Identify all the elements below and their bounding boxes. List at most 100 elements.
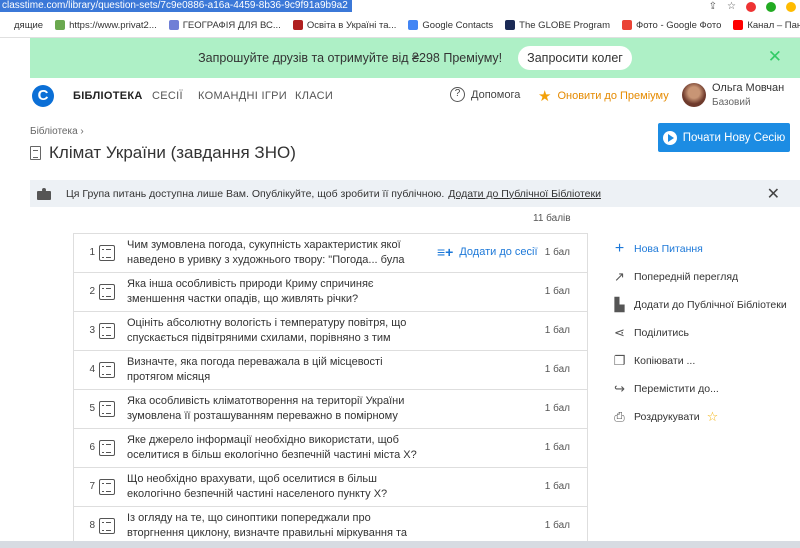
question-number: 8: [89, 520, 95, 531]
close-icon[interactable]: ✕: [767, 184, 780, 204]
question-points: 1 бал: [544, 247, 570, 258]
question-text[interactable]: Яка особливість кліматотворення на терит…: [127, 394, 427, 425]
bookmark-item[interactable]: ГЕОГРАФІЯ ДЛЯ ВС...: [168, 19, 281, 31]
question-row[interactable]: 7 Що необхідно врахувати, щоб оселитися в…: [73, 467, 588, 506]
share-icon: ⋖: [614, 325, 625, 340]
help-label: Допомога: [471, 88, 521, 101]
breadcrumb[interactable]: Бібліотека ›: [30, 126, 84, 137]
share-page-icon[interactable]: ⇪: [709, 1, 717, 12]
plus-icon: +: [614, 240, 625, 257]
bookmark-item[interactable]: Освіта в Україні та...: [292, 20, 396, 31]
question-points: 1 бал: [544, 481, 570, 492]
nav-classes[interactable]: КЛАСИ: [295, 90, 333, 102]
action-library[interactable]: ▙ Додати до Публічної Бібліотеки: [612, 291, 787, 319]
question-row[interactable]: 4 Визначте, яка погода переважала в цій м…: [73, 350, 588, 389]
nav-library[interactable]: БІБЛІОТЕКА: [73, 90, 143, 102]
question-type-icon: [99, 440, 115, 456]
question-text[interactable]: Яка інша особливість природи Криму сприч…: [127, 277, 427, 308]
action-print[interactable]: ⎙ Роздрукувати ☆: [612, 403, 787, 431]
bookmark-favicon-icon: [168, 20, 179, 30]
question-row[interactable]: 6 Яке джерело інформації необхідно викори…: [73, 428, 588, 467]
question-points: 1 бал: [544, 442, 570, 453]
bookmark-label: Канал – Панель уп...: [747, 19, 800, 31]
question-number: 2: [89, 286, 95, 297]
bookmark-label: ГЕОГРАФІЯ ДЛЯ ВС...: [182, 19, 281, 31]
library-icon: [37, 187, 51, 200]
question-row[interactable]: 8 Із огляду на те, що синоптики попереджа…: [73, 506, 588, 545]
user-plan: Базовий: [712, 97, 751, 108]
upgrade-label: Оновити до Преміуму: [557, 90, 669, 102]
move-icon: ↪: [614, 381, 625, 396]
question-text[interactable]: Чим зумовлена погода, сукупність характе…: [127, 238, 427, 269]
bookmark-favicon-icon: [621, 20, 632, 30]
invite-colleagues-button[interactable]: Запросити колег: [518, 46, 632, 70]
bookmark-favicon-icon: [733, 20, 744, 30]
question-type-icon: [99, 401, 115, 417]
play-icon: [662, 130, 677, 145]
question-text[interactable]: Оцініть абсолютну вологість і температур…: [127, 316, 427, 347]
action-plus[interactable]: + Нова Питання: [612, 235, 787, 263]
action-label: Нова Питання: [634, 243, 703, 255]
action-arrow[interactable]: ↗ Попередній перегляд: [612, 263, 787, 291]
action-label: Роздрукувати: [634, 411, 700, 423]
question-number: 5: [89, 403, 95, 414]
promo-banner: Запрошуйте друзів та отримуйте від ₴298 …: [30, 38, 800, 78]
print-icon: ⎙: [614, 409, 625, 424]
question-text[interactable]: Що необхідно врахувати, щоб оселитися в …: [127, 472, 427, 503]
question-type-icon: [99, 284, 115, 300]
avatar[interactable]: [682, 83, 706, 107]
nav-sessions[interactable]: СЕСІЇ: [152, 90, 183, 102]
question-type-icon: [99, 245, 115, 261]
upgrade-link[interactable]: ★ Оновити до Преміуму: [538, 87, 669, 105]
question-row[interactable]: 1 Чим зумовлена погода, сукупність характ…: [73, 233, 588, 272]
question-text[interactable]: Яке джерело інформації необхідно викорис…: [127, 433, 427, 464]
question-type-icon: [99, 479, 115, 495]
nav-team-games[interactable]: КОМАНДНІ ІГРИ: [198, 90, 287, 102]
extension-icon-2[interactable]: [786, 1, 796, 12]
action-copy[interactable]: ❐ Копіювати ...: [612, 347, 787, 375]
question-type-icon: [99, 362, 115, 378]
add-to-public-library-link[interactable]: Додати до Публічної Бібліотеки: [448, 188, 601, 200]
classtime-logo[interactable]: C: [32, 85, 54, 107]
bookmark-label: Google Contacts: [422, 19, 494, 31]
bookmark-item[interactable]: Канал – Панель уп...: [733, 20, 800, 31]
question-text[interactable]: Із огляду на те, що синоптики попереджал…: [127, 511, 427, 542]
question-points: 1 бал: [544, 286, 570, 297]
action-label: Попередній перегляд: [634, 271, 739, 283]
question-set-actions: + Нова Питання ↗ Попередній перегляд ▙ Додати…: [612, 235, 787, 431]
question-points: 1 бал: [544, 403, 570, 414]
bookmark-favicon-icon: [292, 20, 303, 30]
action-move[interactable]: ↪ Перемістити до...: [612, 375, 787, 403]
bookmark-item[interactable]: дящие: [0, 20, 43, 31]
action-label: Додати до Публічної Бібліотеки: [634, 299, 787, 311]
address-bar[interactable]: classtime.com/library/question-sets/7c9e…: [0, 0, 800, 13]
bookmark-item[interactable]: Фото - Google Фото: [621, 19, 722, 31]
favorite-star-icon[interactable]: ☆: [707, 409, 719, 425]
bookmark-label: https://www.privat2...: [69, 19, 157, 31]
library-icon: ▙: [614, 297, 625, 312]
question-row[interactable]: 5 Яка особливість кліматотворення на тери…: [73, 389, 588, 428]
copy-icon: ❐: [613, 353, 626, 368]
bookmark-favicon-icon: [0, 20, 10, 30]
extension-check-icon[interactable]: [766, 1, 776, 12]
question-text[interactable]: Визначте, яка погода переважала в цій мі…: [127, 355, 427, 386]
extension-icon[interactable]: [746, 1, 756, 12]
bookmark-star-icon[interactable]: ☆: [727, 1, 736, 12]
document-icon: [30, 146, 41, 160]
question-row[interactable]: 2 Яка інша особливість природи Криму спри…: [73, 272, 588, 311]
url-text[interactable]: classtime.com/library/question-sets/7c9e…: [0, 0, 352, 12]
bookmark-item[interactable]: https://www.privat2...: [55, 20, 157, 31]
bookmark-item[interactable]: Google Contacts: [408, 20, 493, 31]
bookmark-item[interactable]: The GLOBE Program: [505, 20, 610, 31]
bookmark-favicon-icon: [408, 20, 419, 30]
close-icon[interactable]: ✕: [768, 48, 782, 66]
user-name[interactable]: Ольга Мовчан: [712, 82, 784, 94]
start-session-button[interactable]: Почати Нову Сесію: [658, 123, 790, 152]
bookmark-label: Фото - Google Фото: [635, 19, 722, 31]
question-row[interactable]: 3 Оцініть абсолютну вологість і температу…: [73, 311, 588, 350]
add-to-session-button[interactable]: ≡+ Додати до сесії: [437, 245, 538, 259]
question-number: 6: [89, 442, 95, 453]
action-share[interactable]: ⋖ Поділитись: [612, 319, 787, 347]
help-icon: ?: [450, 87, 465, 102]
help-link[interactable]: ? Допомога: [450, 87, 520, 102]
